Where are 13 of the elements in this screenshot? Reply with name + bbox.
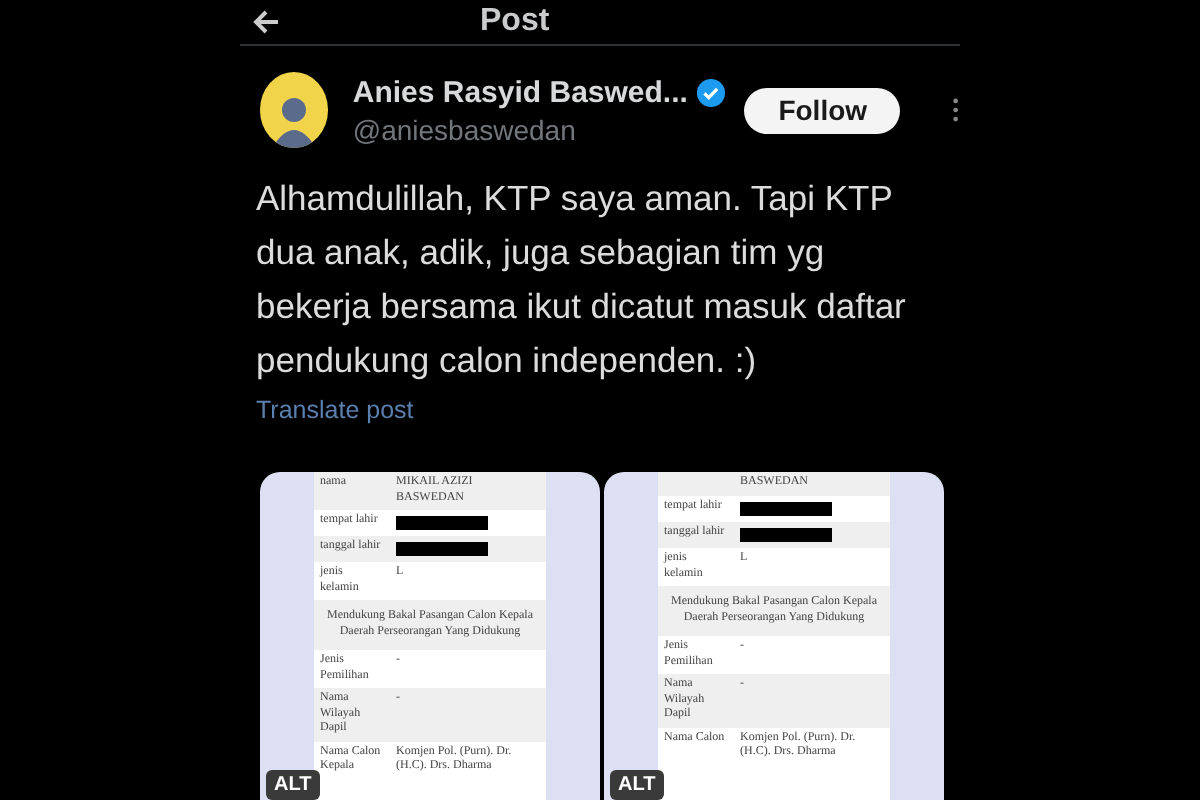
avatar[interactable] [260,72,329,148]
author-name[interactable]: Anies Rasyid Baswed... [352,75,688,109]
document-image[interactable] [604,472,944,800]
page-title: Post [480,4,550,40]
translate-link[interactable]: Translate post [256,396,414,424]
follow-button[interactable]: Follow [744,87,901,133]
back-icon[interactable] [252,10,280,34]
more-icon[interactable] [952,96,960,124]
alt-badge[interactable]: ALT [266,770,320,800]
post-text: Alhamdulillah, KTP saya aman. Tapi KTP dua anak, adik, juga sebagian tim yg bekerja bersama ikut dicatut masuk daftar pendukung calon independen. :) [256,176,908,384]
document-image[interactable] [260,472,600,800]
author-handle[interactable]: @aniesbaswedan [352,113,697,145]
alt-badge[interactable]: ALT [610,770,664,800]
